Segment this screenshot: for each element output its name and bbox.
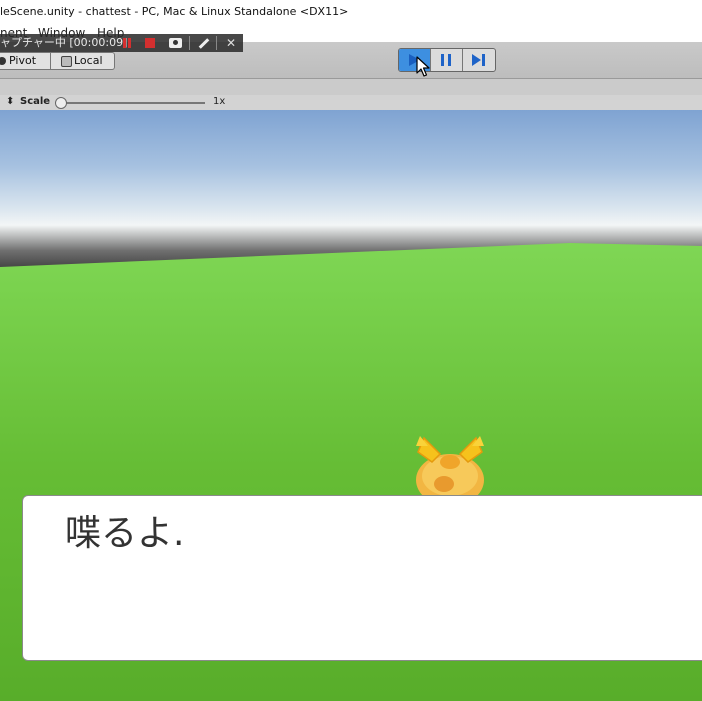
local-label: Local: [74, 54, 103, 67]
play-controls: [398, 48, 496, 72]
capture-divider: [216, 36, 217, 50]
scale-value: 1x: [213, 96, 226, 107]
pivot-local-toggle: Pivot Local: [0, 52, 115, 70]
capture-pause-icon[interactable]: [122, 38, 132, 48]
pivot-button[interactable]: Pivot: [0, 53, 51, 69]
window-title: leScene.unity - chattest - PC, Mac & Lin…: [0, 5, 349, 18]
capture-stop-icon[interactable]: [145, 38, 155, 48]
pause-icon-bar: [448, 54, 451, 66]
pause-icon: [441, 54, 444, 66]
aspect-dropdown-icon[interactable]: ⬍: [6, 96, 14, 107]
capture-divider: [189, 36, 190, 50]
character-sprite: [416, 436, 484, 500]
scale-slider-track[interactable]: [57, 102, 205, 104]
step-button[interactable]: [463, 49, 494, 71]
dialogue-box: 喋るよ.: [22, 495, 702, 661]
scale-slider-thumb[interactable]: [55, 97, 67, 109]
step-icon-bar: [482, 54, 485, 66]
pen-icon[interactable]: [198, 38, 210, 49]
mouse-cursor-icon: [416, 56, 430, 77]
capture-overlay: ャプチャー中 [00:00:09] ✕: [0, 34, 243, 52]
dialogue-text: 喋るよ.: [65, 513, 185, 554]
scale-label: Scale: [20, 96, 51, 107]
game-view-controls: ⬍ Scale 1x: [0, 95, 702, 110]
pivot-label: Pivot: [9, 54, 37, 67]
game-view-tab-bar: [0, 79, 702, 96]
local-button[interactable]: Local: [51, 53, 114, 69]
close-icon[interactable]: ✕: [226, 34, 236, 50]
camera-icon[interactable]: [169, 38, 182, 48]
step-icon: [472, 54, 481, 66]
local-icon: [61, 55, 72, 67]
window-title-bar: leScene.unity - chattest - PC, Mac & Lin…: [0, 0, 702, 24]
pivot-icon: [0, 57, 6, 65]
pause-button[interactable]: [431, 49, 463, 71]
capture-status: ャプチャー中 [00:00:09]: [0, 36, 128, 49]
